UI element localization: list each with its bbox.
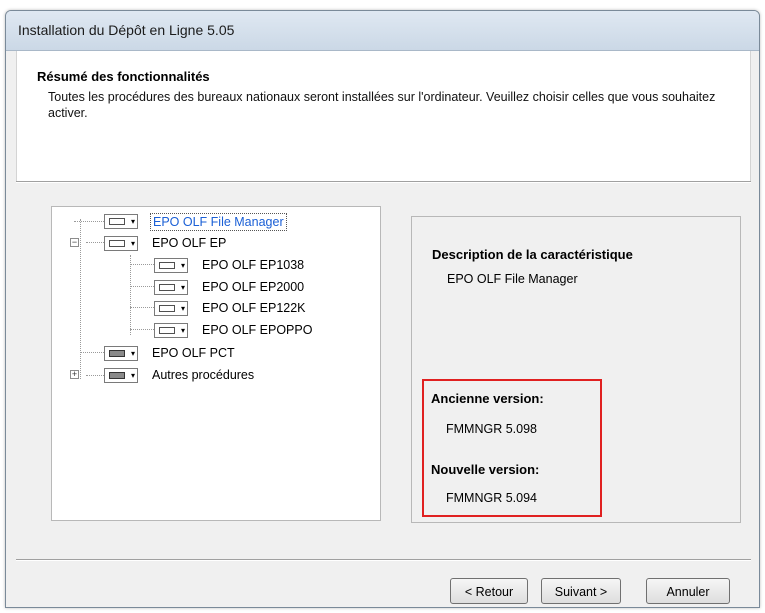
old-version-value: FMMNGR 5.098: [446, 422, 537, 436]
feature-state-dropdown[interactable]: ▾: [104, 346, 138, 361]
tree-item-label: EPO OLF EP1038: [202, 258, 305, 272]
tree-item-label: EPO OLF EP: [152, 236, 227, 250]
feature-state-dropdown[interactable]: ▾: [104, 214, 138, 229]
old-version-label: Ancienne version:: [431, 391, 544, 406]
feature-state-dropdown[interactable]: ▾: [154, 301, 188, 316]
installer-window: Installation du Dépôt en Ligne 5.05 Résu…: [5, 10, 760, 608]
title-bar[interactable]: Installation du Dépôt en Ligne 5.05: [6, 11, 759, 51]
drive-icon: [159, 262, 175, 269]
next-button[interactable]: Suivant >: [541, 578, 621, 604]
tree-item-label: EPO OLF EP2000: [202, 280, 305, 294]
tree-item-autres-procedures[interactable]: + ▾ Autres procédures: [52, 365, 372, 385]
tree-item-epoppo[interactable]: ▾ EPO OLF EPOPPO: [52, 320, 372, 340]
tree-item-epo-olf-pct[interactable]: ▾ EPO OLF PCT: [52, 343, 372, 363]
drive-icon: [159, 327, 175, 334]
dropdown-arrow-icon: ▾: [130, 239, 135, 248]
version-highlight-box: Ancienne version: FMMNGR 5.098 Nouvelle …: [422, 379, 602, 517]
tree-item-label: EPO OLF PCT: [152, 346, 235, 360]
tree-item-ep122k[interactable]: ▾ EPO OLF EP122K: [52, 298, 372, 318]
tree-item-ep1038[interactable]: ▾ EPO OLF EP1038: [52, 255, 372, 275]
dropdown-arrow-icon: ▾: [180, 326, 185, 335]
dropdown-arrow-icon: ▾: [130, 371, 135, 380]
feature-state-dropdown[interactable]: ▾: [154, 258, 188, 273]
page-title: Résumé des fonctionnalités: [37, 69, 210, 84]
header-divider: [16, 181, 751, 183]
tree-item-file-manager[interactable]: ▾ EPO OLF File Manager: [52, 211, 372, 231]
drive-icon: [159, 284, 175, 291]
tree-item-label: EPO OLF File Manager: [150, 213, 287, 231]
tree-item-label: EPO OLF EPOPPO: [202, 323, 313, 337]
feature-state-dropdown[interactable]: ▾: [104, 368, 138, 383]
drive-icon: [109, 240, 125, 247]
new-version-label: Nouvelle version:: [431, 462, 540, 477]
feature-state-dropdown[interactable]: ▾: [154, 323, 188, 338]
drive-icon: [159, 305, 175, 312]
feature-description-panel: Description de la caractéristique EPO OL…: [411, 216, 741, 523]
tree-item-epo-olf-ep[interactable]: − ▾ EPO OLF EP: [52, 233, 372, 253]
tree-item-ep2000[interactable]: ▾ EPO OLF EP2000: [52, 277, 372, 297]
back-button[interactable]: < Retour: [450, 578, 528, 604]
dropdown-arrow-icon: ▾: [180, 304, 185, 313]
cancel-button[interactable]: Annuler: [646, 578, 730, 604]
dropdown-arrow-icon: ▾: [130, 217, 135, 226]
description-value: EPO OLF File Manager: [447, 272, 578, 286]
collapse-icon[interactable]: −: [70, 238, 79, 247]
tree-item-label: EPO OLF EP122K: [202, 301, 306, 315]
drive-icon: [109, 218, 125, 225]
page-description: Toutes les procédures des bureaux nation…: [48, 90, 716, 120]
drive-icon: [109, 372, 125, 379]
dropdown-arrow-icon: ▾: [180, 261, 185, 270]
drive-icon: [109, 350, 125, 357]
expand-icon[interactable]: +: [70, 370, 79, 379]
window-title: Installation du Dépôt en Ligne 5.05: [18, 22, 235, 38]
feature-state-dropdown[interactable]: ▾: [154, 280, 188, 295]
header-panel: Résumé des fonctionnalités Toutes les pr…: [16, 51, 751, 181]
footer-divider: [16, 559, 751, 561]
tree-item-label: Autres procédures: [152, 368, 255, 382]
new-version-value: FMMNGR 5.094: [446, 491, 537, 505]
feature-state-dropdown[interactable]: ▾: [104, 236, 138, 251]
description-title: Description de la caractéristique: [432, 247, 633, 262]
feature-tree[interactable]: ▾ EPO OLF File Manager − ▾ EPO OLF EP ▾ …: [51, 206, 381, 521]
dropdown-arrow-icon: ▾: [180, 283, 185, 292]
dropdown-arrow-icon: ▾: [130, 349, 135, 358]
